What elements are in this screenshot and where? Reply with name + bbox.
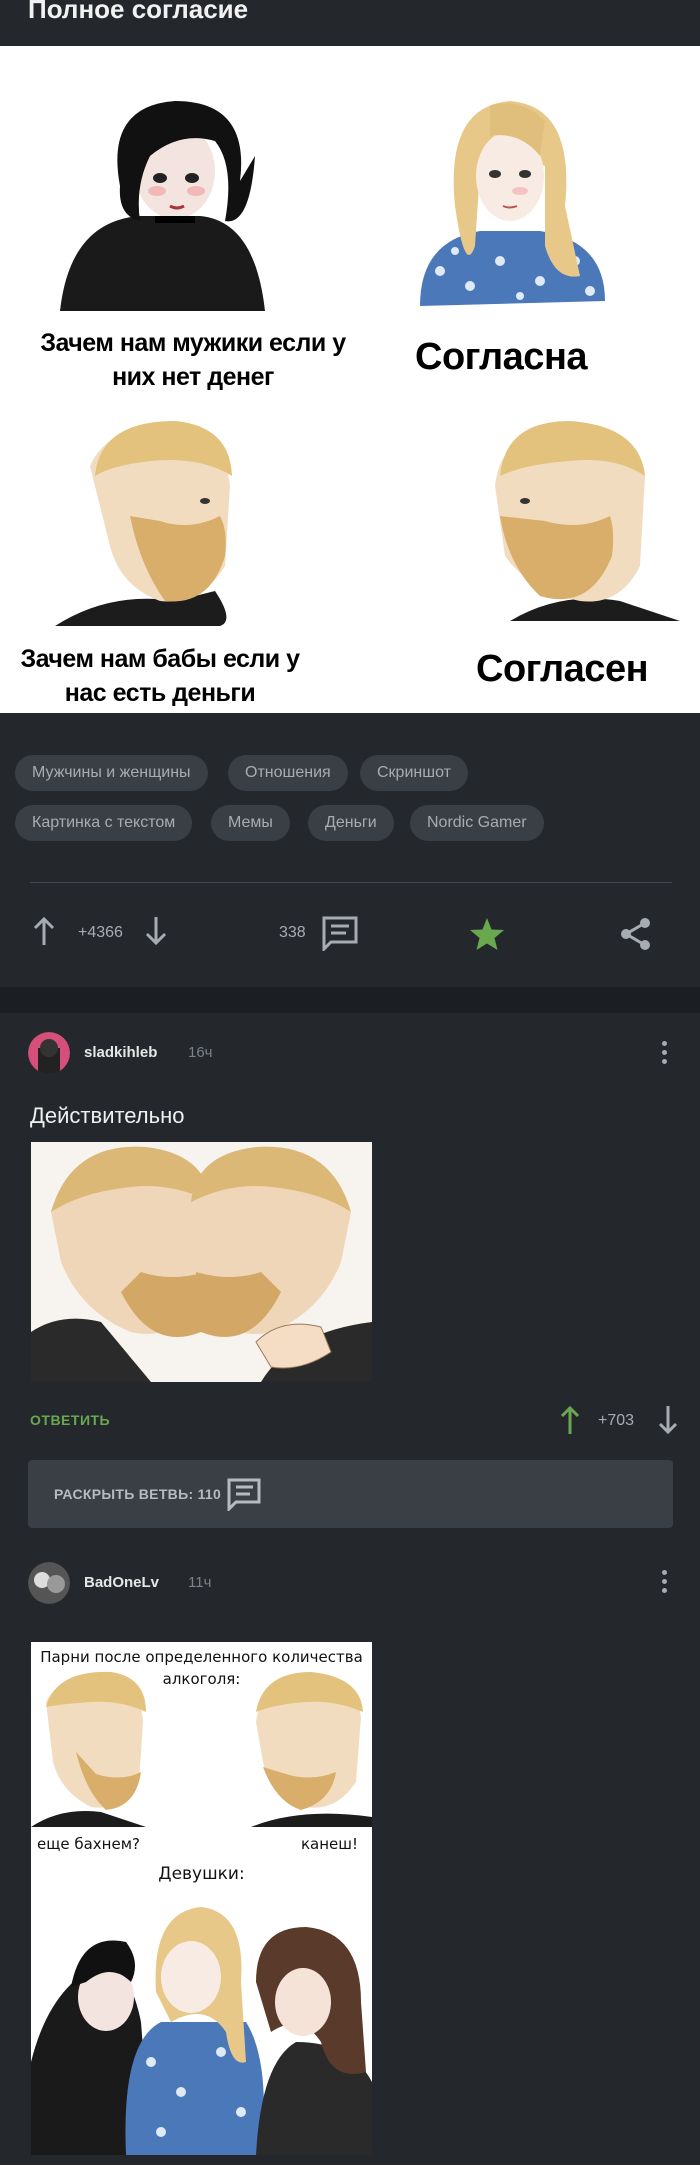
arrow-down-icon[interactable] [144,917,168,947]
expand-thread-label: РАСКРЫТЬ ВЕТВЬ: 110 [54,1486,222,1502]
comment-rating: +703 [555,1404,685,1438]
kebab-icon[interactable] [662,1570,668,1597]
meme-left-text: еще бахнем? [37,1835,140,1853]
arrow-up-icon[interactable] [559,1406,581,1436]
arrow-down-icon[interactable] [657,1406,679,1436]
comment-author[interactable]: sladkihleb [84,1044,157,1061]
comment-time: 11ч [188,1574,212,1591]
blonde-girl-figure [420,101,605,306]
comment-icon[interactable] [321,915,359,951]
meme-bottom-header: Девушки: [158,1864,245,1884]
tag-nordic-gamer[interactable]: Nordic Gamer [410,805,544,841]
post-rating: +4366 [78,924,123,941]
nordic-gamer-right-figure [495,421,680,621]
comment-header: sladkihleb 16ч [28,1032,678,1076]
tag-picture-with-text[interactable]: Картинка с текстом [15,805,193,841]
tag-screenshot[interactable]: Скриншот [360,755,468,791]
post-image[interactable]: Зачем нам мужики если у них нет денег Со… [0,46,700,713]
comment-image[interactable] [31,1142,372,1382]
caption-top-left: Зачем нам мужики если у них нет денег [40,329,346,391]
divider [30,882,672,883]
caption-bottom-right: Согласен [476,648,649,690]
comment-rating-value: +703 [598,1412,635,1429]
post-header: Полное согласие [0,0,700,46]
arrow-up-icon[interactable] [32,917,56,947]
meme-header: Парни после определенного количества алк… [40,1648,363,1688]
tag-memes[interactable]: Мемы [211,805,290,841]
tag-money[interactable]: Деньги [308,805,394,841]
comment-header: BadOneLv 11ч [28,1562,678,1606]
kebab-icon[interactable] [662,1041,668,1068]
comment-icon [227,1478,261,1511]
tag-men-and-women[interactable]: Мужчины и женщины [15,755,208,791]
meme-right-text: канеш! [301,1835,359,1853]
goth-girl-figure [60,101,265,311]
tag-relationships[interactable]: Отношения [228,755,348,791]
comment-author[interactable]: BadOneLv [84,1574,159,1591]
expand-thread-button[interactable]: РАСКРЫТЬ ВЕТВЬ: 110 [28,1460,673,1528]
section-separator [0,987,700,1013]
avatar[interactable] [28,1032,70,1074]
comment-image[interactable]: Парни после определенного количества алк… [31,1642,372,2155]
post-actions: +4366 338 [0,905,700,965]
comments-count[interactable]: 338 [279,924,306,942]
share-icon[interactable] [619,917,653,951]
comment-time: 16ч [188,1044,213,1061]
nordic-gamer-left-figure [55,421,232,626]
avatar[interactable] [28,1562,70,1604]
caption-bottom-left: Зачем нам бабы если у нас есть деньги [20,645,300,707]
post-title[interactable]: Полное согласие [28,0,248,25]
reply-button[interactable]: ОТВЕТИТЬ [30,1412,110,1428]
caption-top-right: Согласна [415,336,588,378]
star-icon[interactable] [469,917,505,951]
comment-text: Действительно [30,1103,185,1128]
